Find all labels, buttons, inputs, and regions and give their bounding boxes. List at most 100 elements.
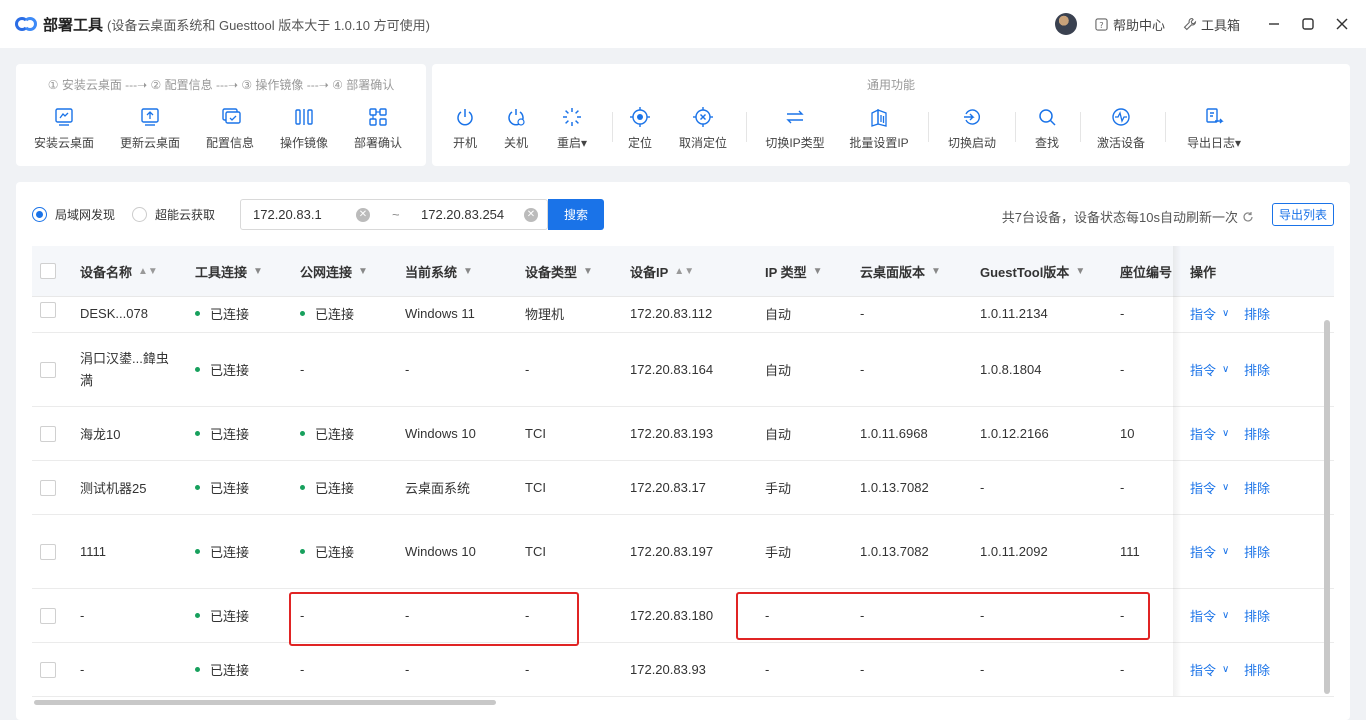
row-checkbox[interactable] — [40, 608, 56, 624]
operate-image-label: 操作镜像 — [279, 136, 328, 150]
help-icon: ? — [1095, 17, 1109, 31]
update-desktop-button[interactable]: 更新云桌面 — [118, 106, 182, 151]
col-device-ip[interactable]: 设备IP ▲▼ — [630, 246, 694, 297]
col-device-name[interactable]: 设备名称 ▲▼ — [80, 246, 158, 297]
cell-device-name: 测试机器25 — [80, 481, 147, 496]
switch-boot-button[interactable]: 切换启动 — [944, 106, 1000, 151]
cell-current-system: - — [405, 662, 410, 677]
row-checkbox[interactable] — [40, 662, 56, 678]
col-public-connection[interactable]: 公网连接 ▼ — [300, 246, 368, 297]
select-all-checkbox[interactable] — [40, 263, 56, 279]
export-list-button[interactable]: 导出列表 — [1271, 203, 1334, 226]
locate-icon — [629, 106, 651, 128]
close-button[interactable] — [1326, 8, 1358, 40]
command-dropdown[interactable]: 指令 ∨ — [1190, 407, 1229, 460]
cell-ip-type: 自动 — [765, 427, 792, 442]
command-dropdown[interactable]: 指令 ∨ — [1190, 297, 1229, 332]
highlight-box — [736, 592, 1150, 640]
radio-lan-discovery[interactable]: 局域网发现 — [32, 206, 115, 223]
refresh-icon[interactable] — [1242, 211, 1254, 223]
ip-range-input: 172.20.83.1 ✕ ~ 172.20.83.254 ✕ — [240, 199, 548, 230]
col-device-type[interactable]: 设备类型 ▼ — [525, 246, 593, 297]
filter-icon[interactable]: ▼ — [1075, 266, 1085, 277]
col-current-system[interactable]: 当前系统 ▼ — [405, 246, 473, 297]
row-checkbox[interactable] — [40, 302, 56, 318]
ip-range-separator: ~ — [392, 207, 400, 222]
filter-icon[interactable]: ▼ — [813, 266, 823, 277]
operate-image-button[interactable]: 操作镜像 — [278, 106, 330, 151]
cancel-locate-button[interactable]: 取消定位 — [674, 106, 732, 151]
sort-icon[interactable]: ▲▼ — [674, 266, 694, 277]
search-button[interactable]: 搜索 — [548, 199, 604, 230]
horizontal-scrollbar[interactable] — [34, 700, 496, 705]
switch-ip-type-button[interactable]: 切换IP类型 — [762, 106, 828, 151]
clear-ip-end-icon[interactable]: ✕ — [524, 207, 538, 222]
command-dropdown[interactable]: 指令 ∨ — [1190, 461, 1229, 514]
exclude-link[interactable]: 排除 — [1244, 407, 1270, 460]
config-info-button[interactable]: 配置信息 — [204, 106, 256, 151]
exclude-link[interactable]: 排除 — [1244, 589, 1270, 642]
row-checkbox[interactable] — [40, 480, 56, 496]
ip-end-input[interactable]: 172.20.83.254 — [421, 207, 504, 222]
sort-icon[interactable]: ▲▼ — [138, 266, 158, 277]
cell-device-name: 海龙10 — [80, 427, 121, 442]
power-on-button[interactable]: 开机 — [448, 106, 482, 151]
locate-button[interactable]: 定位 — [623, 106, 657, 151]
maximize-button[interactable] — [1292, 8, 1324, 40]
svg-text:?: ? — [1100, 19, 1104, 29]
find-button[interactable]: 查找 — [1030, 106, 1064, 151]
cell-tool-connection: 已连接 — [195, 589, 249, 642]
exclude-link[interactable]: 排除 — [1244, 297, 1270, 332]
filter-icon[interactable]: ▼ — [358, 266, 368, 277]
restart-button[interactable]: 重启▾ — [550, 106, 594, 151]
command-dropdown[interactable]: 指令 ∨ — [1190, 333, 1229, 406]
status-dot-icon — [300, 485, 305, 490]
config-icon — [219, 106, 241, 128]
minimize-button[interactable] — [1258, 8, 1290, 40]
install-desktop-button[interactable]: 安装云桌面 — [32, 106, 96, 151]
table-row: - 已连接 - - - 172.20.83.93 - - - - 指令 ∨ 排除 — [32, 643, 1334, 697]
exclude-link[interactable]: 排除 — [1244, 643, 1270, 696]
filter-icon[interactable]: ▼ — [583, 266, 593, 277]
cell-ip-type: 手动 — [765, 481, 792, 496]
command-dropdown[interactable]: 指令 ∨ — [1190, 589, 1229, 642]
exclude-link[interactable]: 排除 — [1244, 461, 1270, 514]
table-row: 海龙10 已连接 已连接 Windows 10 TCI 172.20.83.19… — [32, 407, 1334, 461]
export-log-button[interactable]: 导出日志▾ — [1182, 106, 1246, 151]
command-dropdown[interactable]: 指令 ∨ — [1190, 643, 1229, 696]
activate-device-button[interactable]: 激活设备 — [1093, 106, 1149, 151]
vertical-scrollbar[interactable] — [1324, 320, 1330, 694]
ip-start-input[interactable]: 172.20.83.1 — [253, 207, 322, 222]
batch-set-ip-button[interactable]: 批量设置IP — [846, 106, 912, 151]
radio-cloud-label: 超能云获取 — [155, 208, 216, 222]
cell-device-ip: 172.20.83.197 — [630, 544, 714, 559]
toolbox-link[interactable]: 工具箱 — [1183, 15, 1240, 34]
filter-icon[interactable]: ▼ — [931, 266, 941, 277]
row-checkbox[interactable] — [40, 362, 56, 378]
exclude-link[interactable]: 排除 — [1244, 333, 1270, 406]
cell-current-system: Windows 10 — [405, 544, 476, 559]
radio-cloud-fetch[interactable]: 超能云获取 — [132, 206, 215, 223]
command-dropdown[interactable]: 指令 ∨ — [1190, 515, 1229, 588]
cell-device-type: TCI — [525, 426, 546, 441]
col-guesttool-version[interactable]: GuestTool版本 ▼ — [980, 246, 1085, 297]
deploy-confirm-label: 部署确认 — [353, 136, 402, 150]
cell-desktop-version: - — [860, 362, 865, 377]
filter-icon[interactable]: ▼ — [253, 266, 263, 277]
cell-device-name: - — [80, 608, 85, 623]
deploy-confirm-button[interactable]: 部署确认 — [352, 106, 404, 151]
col-desktop-version[interactable]: 云桌面版本 ▼ — [860, 246, 941, 297]
filter-icon[interactable]: ▼ — [463, 266, 473, 277]
cell-device-name: 涓口汉鍙...鍏虫満 — [80, 350, 169, 388]
exclude-link[interactable]: 排除 — [1244, 515, 1270, 588]
switch-boot-icon — [961, 106, 983, 128]
col-ip-type[interactable]: IP 类型 ▼ — [765, 246, 823, 297]
clear-ip-start-icon[interactable]: ✕ — [356, 207, 370, 222]
shutdown-button[interactable]: 关机 — [499, 106, 533, 151]
help-center-link[interactable]: ? 帮助中心 — [1095, 15, 1165, 34]
col-tool-connection[interactable]: 工具连接 ▼ — [195, 246, 263, 297]
row-checkbox[interactable] — [40, 426, 56, 442]
avatar[interactable] — [1054, 13, 1077, 35]
cell-guesttool-version: 1.0.8.1804 — [980, 362, 1042, 377]
row-checkbox[interactable] — [40, 544, 56, 560]
